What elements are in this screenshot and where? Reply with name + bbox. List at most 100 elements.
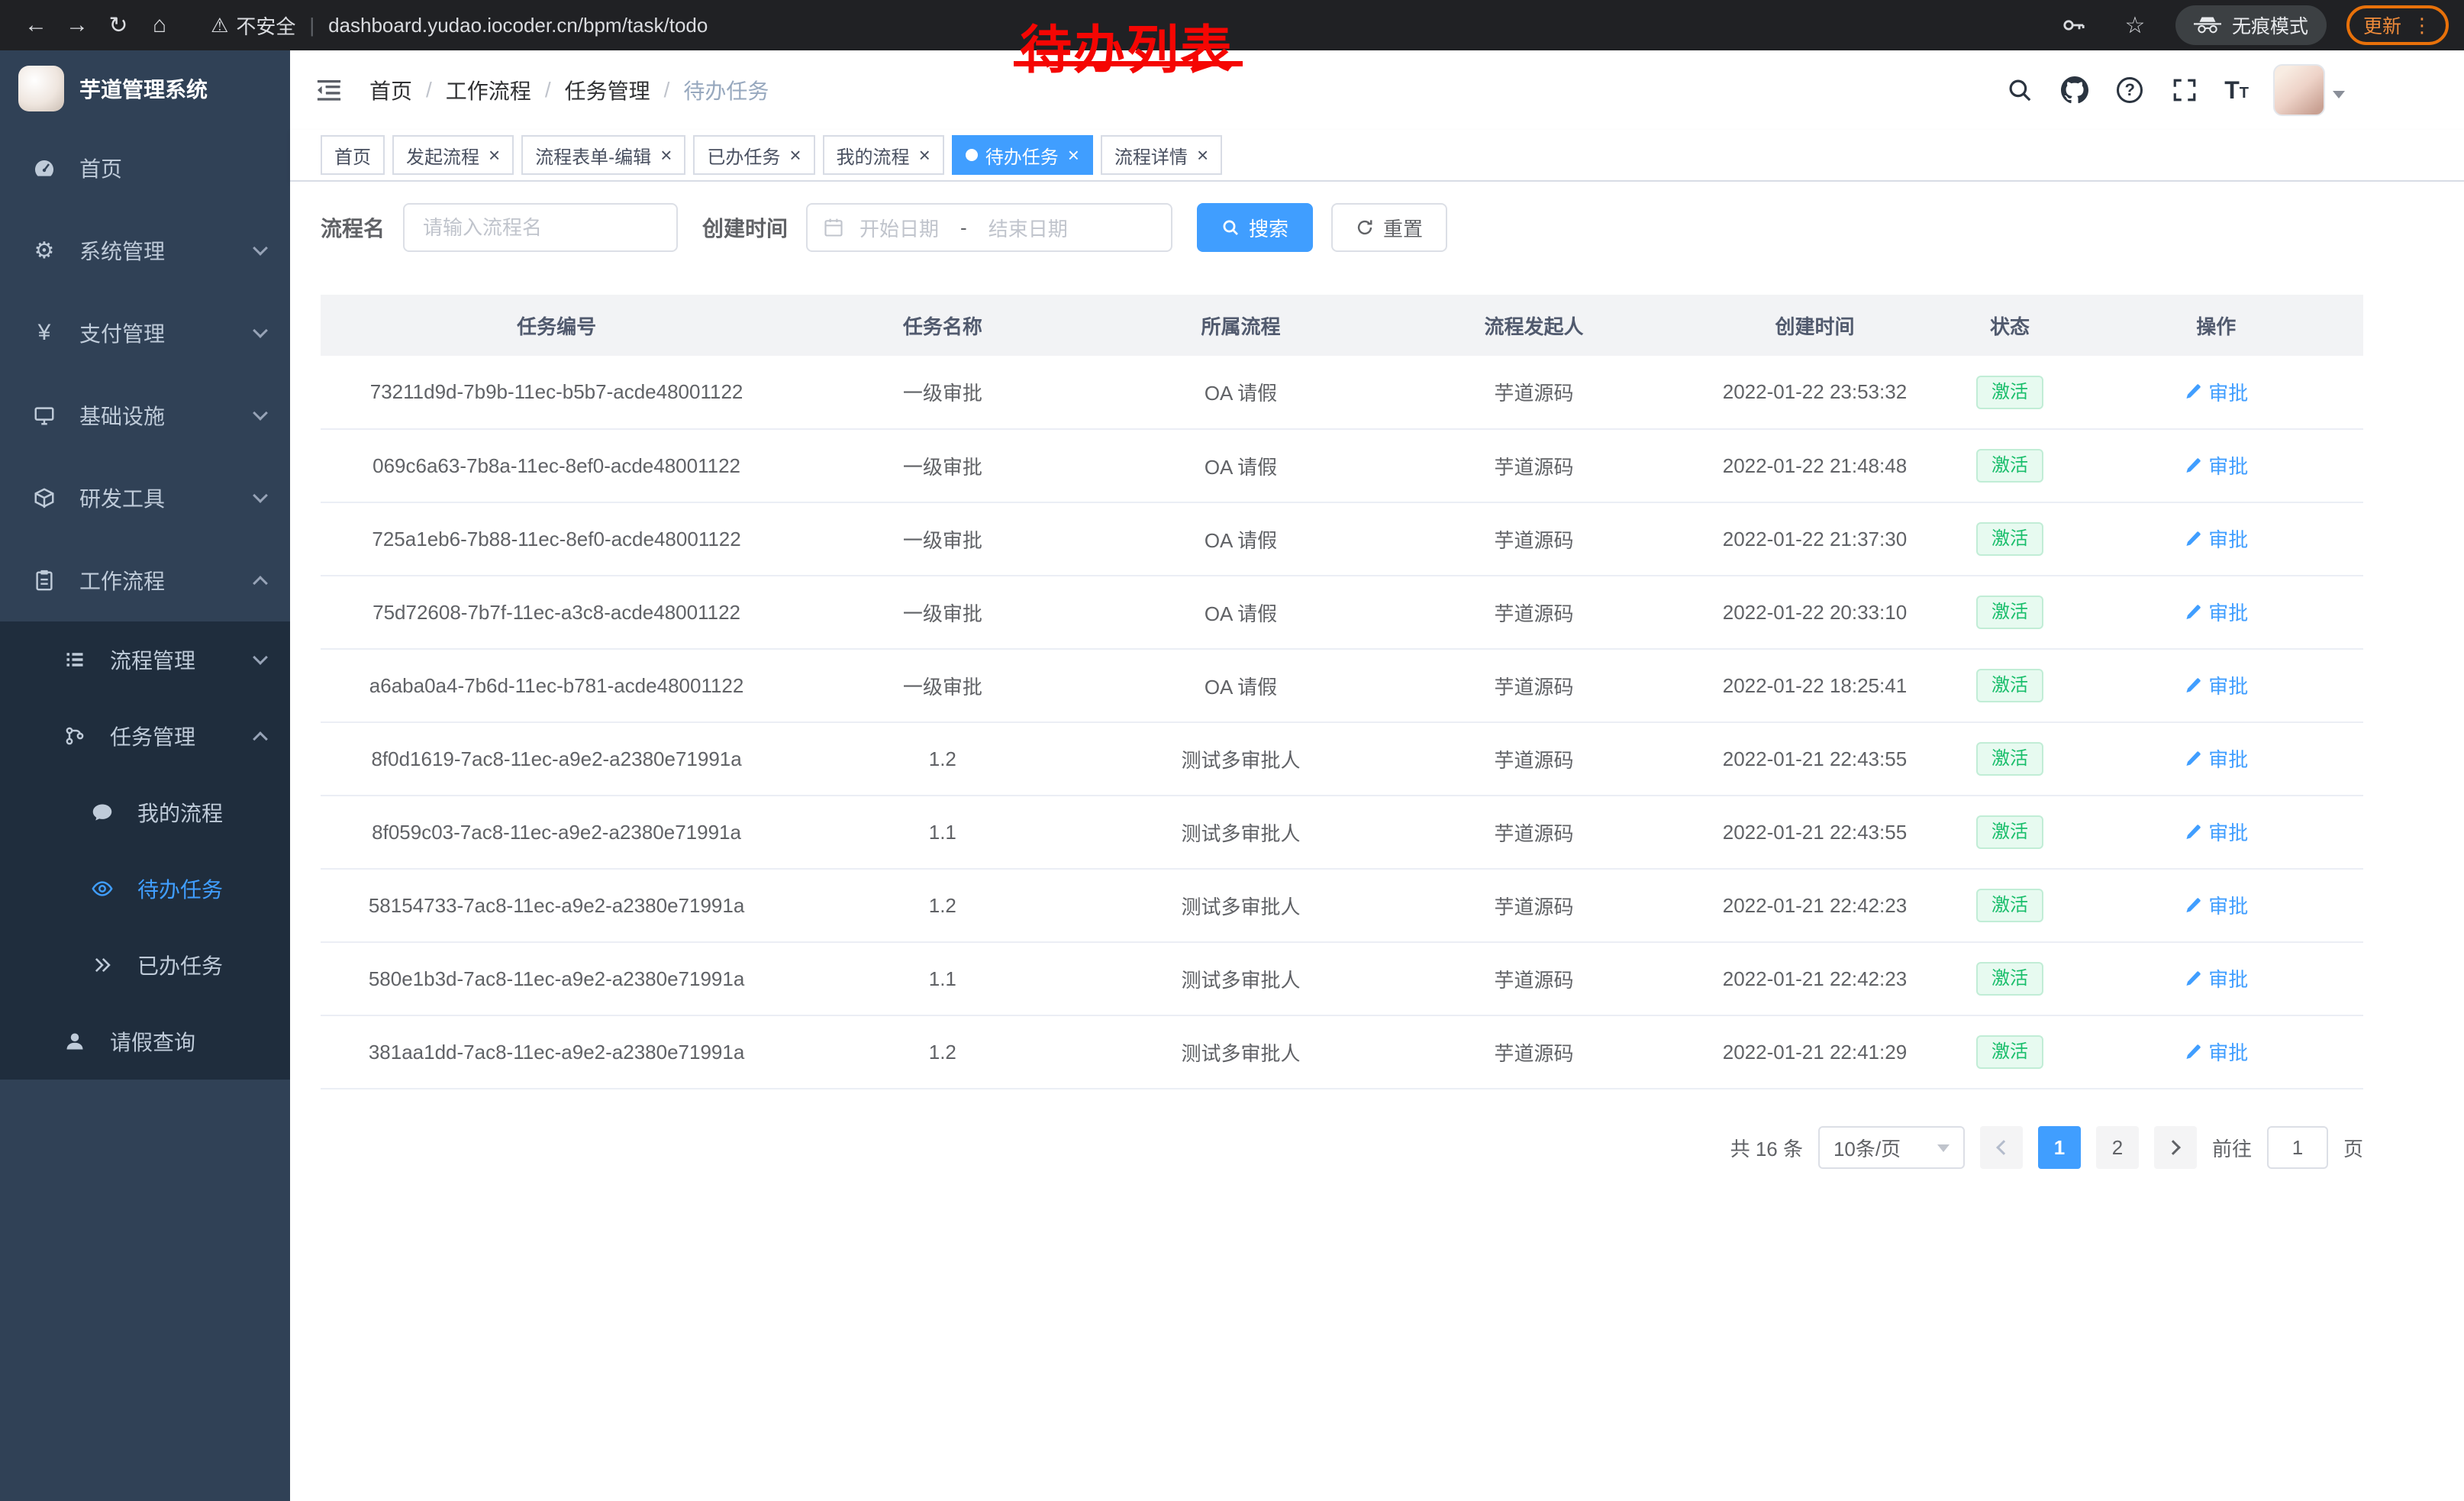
- tab-my-process[interactable]: 我的流程 ×: [823, 135, 944, 175]
- page-button-2[interactable]: 2: [2096, 1126, 2139, 1169]
- sidebar-item-label: 待办任务: [137, 873, 223, 904]
- avatar[interactable]: [2273, 64, 2325, 116]
- tab-todo-task[interactable]: 待办任务 ×: [952, 135, 1093, 175]
- status-badge: 激活: [1976, 669, 2043, 702]
- tab-process-detail[interactable]: 流程详情 ×: [1101, 135, 1222, 175]
- close-tab-icon[interactable]: ×: [919, 145, 930, 165]
- sidebar-item-infra[interactable]: 基础设施: [0, 374, 290, 457]
- page-button-1[interactable]: 1: [2038, 1126, 2081, 1169]
- sidebar-item-my-process[interactable]: 我的流程: [0, 774, 290, 851]
- sidebar-item-devtools[interactable]: 研发工具: [0, 457, 290, 539]
- back-icon[interactable]: ←: [15, 5, 56, 46]
- help-icon[interactable]: ?: [2114, 75, 2145, 105]
- key-icon[interactable]: [2053, 5, 2095, 46]
- workflow-submenu: 流程管理 任务管理 我的流程: [0, 621, 290, 1080]
- approve-link[interactable]: 审批: [2184, 451, 2248, 479]
- search-icon[interactable]: [2004, 75, 2035, 105]
- font-small-glyph: T: [2240, 86, 2249, 101]
- cell-action: 审批: [2069, 429, 2363, 502]
- cell-task-name: 一级审批: [792, 576, 1092, 649]
- sidebar-item-done-task[interactable]: 已办任务: [0, 927, 290, 1003]
- sidebar-item-home[interactable]: 首页: [0, 127, 290, 209]
- approve-link[interactable]: 审批: [2184, 598, 2248, 626]
- breadcrumb-workflow[interactable]: 工作流程: [446, 75, 531, 105]
- tab-label: 待办任务: [985, 142, 1059, 169]
- cell-task-id: 8f059c03-7ac8-11ec-a9e2-a2380e71991a: [321, 796, 792, 869]
- approve-link[interactable]: 审批: [2184, 671, 2248, 699]
- goto-page-input[interactable]: [2267, 1126, 2328, 1169]
- bookmark-star-icon[interactable]: ☆: [2114, 5, 2156, 46]
- fullscreen-icon[interactable]: [2169, 75, 2200, 105]
- annotation-underline: [1014, 61, 1243, 66]
- user-avatar-menu[interactable]: [2273, 64, 2345, 116]
- security-warning[interactable]: ⚠ 不安全: [211, 11, 295, 40]
- page-size-value: 10条/页: [1833, 1134, 1901, 1162]
- breadcrumb-task-mgmt[interactable]: 任务管理: [565, 75, 650, 105]
- search-button[interactable]: 搜索: [1197, 203, 1313, 252]
- update-button[interactable]: 更新 ⋮: [2346, 5, 2449, 45]
- close-tab-icon[interactable]: ×: [1197, 145, 1208, 165]
- prev-page-button[interactable]: [1980, 1126, 2023, 1169]
- approve-link[interactable]: 审批: [2184, 378, 2248, 406]
- cell-process: 测试多审批人: [1093, 1015, 1389, 1089]
- sidebar-item-system[interactable]: ⚙ 系统管理: [0, 209, 290, 292]
- sidebar-collapse-icon[interactable]: [314, 75, 345, 105]
- tab-form-edit[interactable]: 流程表单-编辑 ×: [521, 135, 685, 175]
- sidebar-item-todo-task[interactable]: 待办任务: [0, 851, 290, 927]
- sidebar-item-process-mgmt[interactable]: 流程管理: [0, 621, 290, 698]
- approve-link[interactable]: 审批: [2184, 818, 2248, 846]
- breadcrumb-separator: /: [545, 78, 551, 102]
- cell-initiator: 芋道源码: [1389, 796, 1679, 869]
- sidebar-item-leave-query[interactable]: 请假查询: [0, 1003, 290, 1080]
- github-icon[interactable]: [2059, 75, 2090, 105]
- cell-created: 2022-01-22 21:48:48: [1679, 429, 1951, 502]
- app-logo-row[interactable]: 芋道管理系统: [0, 50, 290, 127]
- process-name-input[interactable]: [403, 203, 678, 252]
- cell-task-name: 一级审批: [792, 649, 1092, 722]
- browser-menu-icon[interactable]: ⋮: [2412, 14, 2432, 37]
- cell-status: 激活: [1950, 576, 2069, 649]
- approve-link[interactable]: 审批: [2184, 891, 2248, 919]
- home-icon[interactable]: ⌂: [139, 5, 180, 46]
- address-bar[interactable]: ⚠ 不安全 | dashboard.yudao.iocoder.cn/bpm/t…: [211, 11, 708, 40]
- status-badge: 激活: [1976, 962, 2043, 996]
- cell-status: 激活: [1950, 942, 2069, 1015]
- tab-start-process[interactable]: 发起流程 ×: [392, 135, 514, 175]
- breadcrumb-home[interactable]: 首页: [369, 75, 412, 105]
- reset-button[interactable]: 重置: [1331, 203, 1447, 252]
- close-tab-icon[interactable]: ×: [1068, 145, 1079, 165]
- cell-task-name: 1.2: [792, 869, 1092, 942]
- tab-done-task[interactable]: 已办任务 ×: [693, 135, 814, 175]
- sidebar-item-workflow[interactable]: 工作流程: [0, 539, 290, 621]
- close-tab-icon[interactable]: ×: [660, 145, 672, 165]
- cell-task-name: 1.2: [792, 1015, 1092, 1089]
- reload-icon[interactable]: ↻: [98, 5, 139, 46]
- cell-task-id: 381aa1dd-7ac8-11ec-a9e2-a2380e71991a: [321, 1015, 792, 1089]
- end-date-placeholder: 结束日期: [989, 214, 1068, 242]
- close-tab-icon[interactable]: ×: [789, 145, 801, 165]
- sidebar-item-label: 支付管理: [79, 318, 165, 348]
- sidebar-item-label: 任务管理: [110, 721, 195, 751]
- col-process: 所属流程: [1093, 295, 1389, 356]
- cell-status: 激活: [1950, 796, 2069, 869]
- chevron-down-icon: [1937, 1144, 1950, 1158]
- close-tab-icon[interactable]: ×: [489, 145, 500, 165]
- approve-link[interactable]: 审批: [2184, 964, 2248, 993]
- cell-initiator: 芋道源码: [1389, 429, 1679, 502]
- sidebar-item-task-mgmt[interactable]: 任务管理: [0, 698, 290, 774]
- tab-label: 流程详情: [1114, 142, 1188, 169]
- sidebar-item-payment[interactable]: ¥ 支付管理: [0, 292, 290, 374]
- font-size-icon[interactable]: TT: [2224, 79, 2249, 101]
- approve-link[interactable]: 审批: [2184, 744, 2248, 773]
- gear-icon: ⚙: [31, 237, 58, 264]
- forward-icon[interactable]: →: [56, 5, 98, 46]
- tab-label: 流程表单-编辑: [535, 142, 651, 169]
- approve-link[interactable]: 审批: [2184, 525, 2248, 553]
- next-page-button[interactable]: [2154, 1126, 2197, 1169]
- tab-home[interactable]: 首页: [321, 135, 385, 175]
- list-icon: [61, 649, 89, 670]
- page-size-select[interactable]: 10条/页: [1818, 1126, 1965, 1169]
- approve-link[interactable]: 审批: [2184, 1038, 2248, 1066]
- cell-initiator: 芋道源码: [1389, 942, 1679, 1015]
- date-range-picker[interactable]: 开始日期 - 结束日期: [806, 203, 1172, 252]
